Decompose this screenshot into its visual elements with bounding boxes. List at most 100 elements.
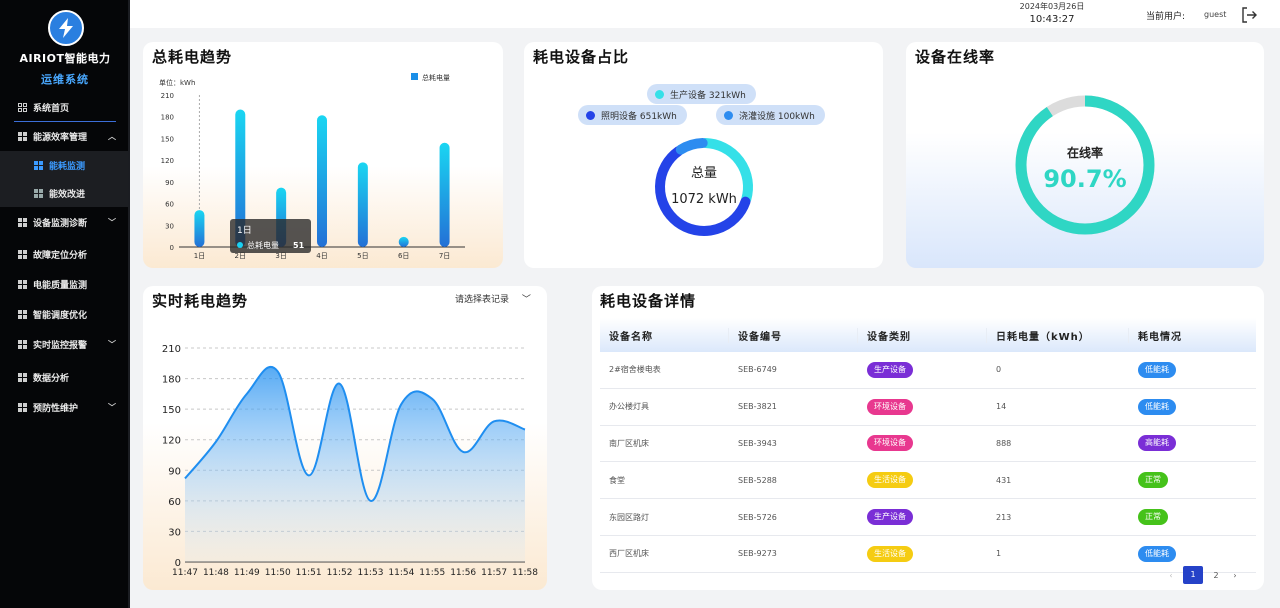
realtime-consumption-card: 实时耗电趋势 请选择表记录 ﹀ 0 30 60 90 120 150 180 210 11:47… (143, 286, 547, 590)
device-daily-kwh: 14 (996, 402, 1007, 412)
bar-4日[interactable] (317, 115, 327, 248)
sidebar-item-label: 电能质量监测 (33, 280, 88, 291)
sidebar-item-fault-analysis[interactable]: 故障定位分析 (0, 240, 128, 268)
sidebar-item-preventive-maintenance[interactable]: 预防性维护 ﹀ (0, 393, 128, 421)
bar-6日[interactable] (398, 236, 409, 247)
x-tick-label: 11:48 (203, 568, 229, 578)
sidebar-item-energy-efficiency[interactable]: 能源效率管理 ︿ (0, 122, 128, 150)
device-status: 正常 (1129, 509, 1256, 526)
sidebar-item-label: 实时监控报警 (33, 340, 88, 351)
chart-tooltip: 1日 总耗电量 51 (230, 219, 311, 253)
x-tick-label: 11:56 (450, 568, 476, 578)
category-tag: 生产设备 (867, 361, 913, 378)
gauge-value: 90.7% (1043, 165, 1126, 193)
device-status: 低能耗 (1129, 545, 1256, 562)
y-tick-label: 30 (168, 527, 181, 538)
table-header: 设备名称 设备编号 设备类别 日耗电量（kWh） 耗电情况 (600, 318, 1256, 352)
grid-icon (18, 402, 27, 412)
pager-page-1[interactable]: 1 (1183, 566, 1203, 584)
table-row[interactable]: 2#宿舍楼电表 SEB-6749 生产设备 0 低能耗 (600, 352, 1256, 389)
device-name: 东园区路灯 (609, 512, 649, 522)
device-code: SEB-9273 (738, 549, 777, 559)
sidebar-item-home[interactable]: 系统首页 (0, 93, 128, 121)
sidebar-item-smart-dispatch[interactable]: 智能调度优化 (0, 300, 128, 328)
y-tick-label: 150 (162, 405, 181, 416)
tooltip-value: 51 (293, 241, 305, 250)
status-tag: 低能耗 (1138, 398, 1176, 415)
x-tick-label: 7日 (439, 252, 450, 260)
lightning-logo-icon (48, 10, 84, 46)
sidebar: AIRIOT智能电力 运维系统 系统首页 能源效率管理 ︿ 能耗监测 能效改进 … (0, 0, 130, 608)
grid-icon (18, 102, 27, 112)
grid-icon (18, 217, 27, 227)
device-name: 西厂区机床 (609, 549, 649, 559)
current-user-name: guest (1204, 10, 1227, 19)
table-row[interactable]: 食堂 SEB-5288 生活设备 431 正常 (600, 462, 1256, 500)
logout-icon[interactable] (1240, 6, 1258, 24)
top-bar (130, 0, 1280, 28)
device-category: 生产设备 (858, 509, 987, 526)
column-header: 设备名称 (600, 327, 729, 343)
category-tag: 生产设备 (867, 509, 913, 526)
device-category: 生活设备 (858, 545, 987, 562)
column-header: 设备编号 (729, 327, 858, 343)
x-tick-label: 1日 (194, 252, 205, 260)
brand-name: AIRIOT智能电力 (19, 52, 111, 65)
grid-icon (34, 160, 43, 170)
brand-subtitle: 运维系统 (41, 73, 89, 86)
sidebar-item-realtime-alarm[interactable]: 实时监控报警 ﹀ (0, 330, 128, 358)
total-consumption-card: 总耗电趋势 单位：kWh 总耗电量 0 30 60 90 120 150 180 210 1日 2… (143, 42, 503, 268)
status-tag: 低能耗 (1138, 545, 1176, 562)
pager-prev-button[interactable]: ‹ (1162, 571, 1180, 580)
device-category: 生活设备 (858, 472, 987, 489)
y-tick-label: 180 (161, 114, 174, 122)
sidebar-item-label: 能效改进 (49, 189, 86, 200)
table-row[interactable]: 南厂区机床 SEB-3943 环境设备 888 高能耗 (600, 426, 1256, 463)
device-daily-kwh: 213 (996, 512, 1012, 522)
grid-icon (18, 249, 27, 259)
sidebar-item-power-quality[interactable]: 电能质量监测 (0, 270, 128, 298)
x-tick-label: 3日 (275, 252, 286, 260)
sidebar-item-label: 智能调度优化 (33, 310, 88, 321)
device-category: 生产设备 (858, 361, 987, 378)
x-tick-label: 11:58 (512, 568, 538, 578)
x-tick-label: 11:52 (327, 568, 353, 578)
sidebar-item-efficiency-improve[interactable]: 能效改进 (0, 179, 128, 207)
grid-icon (18, 309, 27, 319)
online-rate-gauge: 在线率 90.7% (1015, 95, 1155, 235)
device-category: 环境设备 (858, 435, 987, 452)
pager-page-2[interactable]: 2 (1206, 571, 1226, 580)
y-tick-label: 150 (161, 135, 174, 143)
online-rate-card: 设备在线率 在线率 90.7% (906, 42, 1264, 268)
area-fill (185, 366, 525, 562)
sidebar-item-label: 能耗监测 (49, 161, 86, 172)
current-user-label: 当前用户: (1146, 12, 1186, 22)
y-tick-label: 210 (161, 92, 174, 100)
device-name: 南厂区机床 (609, 438, 649, 448)
category-tag: 环境设备 (867, 398, 913, 415)
bar-5日[interactable] (357, 162, 368, 247)
pagination: ‹ 1 2 › (1158, 566, 1248, 584)
device-daily-kwh: 888 (996, 438, 1012, 448)
x-tick-label: 6日 (398, 252, 409, 260)
sidebar-item-data-analysis[interactable]: 数据分析 (0, 363, 128, 391)
tooltip-label: 总耗电量 (247, 240, 279, 250)
device-code: SEB-3821 (738, 402, 777, 412)
total-consumption-bar-chart: 单位：kWh 总耗电量 0 30 60 90 120 150 180 210 1日 2日 3日 4日 5… (159, 73, 465, 260)
table-row[interactable]: 办公楼灯具 SEB-3821 环境设备 14 低能耗 (600, 389, 1256, 426)
legend-swatch (411, 73, 418, 80)
pager-next-button[interactable]: › (1226, 571, 1244, 580)
status-tag: 低能耗 (1138, 361, 1176, 378)
device-share-card: 耗电设备占比 生产设备 321kWh 照明设备 651kWh 浇灌设施 100k… (524, 42, 883, 268)
device-daily-kwh: 0 (996, 365, 1002, 375)
sidebar-item-label: 设备监测诊断 (33, 218, 88, 229)
device-code: SEB-5288 (738, 475, 777, 485)
bar-7日[interactable] (439, 142, 450, 247)
sidebar-item-device-diagnosis[interactable]: 设备监测诊断 ﹀ (0, 208, 128, 236)
device-status: 低能耗 (1129, 398, 1256, 415)
sidebar-item-consumption-monitor[interactable]: 能耗监测 (0, 151, 128, 179)
donut-slice-浇灌设施[interactable] (675, 138, 708, 155)
y-tick-label: 120 (162, 436, 181, 447)
table-row[interactable]: 东园区路灯 SEB-5726 生产设备 213 正常 (600, 499, 1256, 536)
bar-1日[interactable] (194, 210, 205, 247)
